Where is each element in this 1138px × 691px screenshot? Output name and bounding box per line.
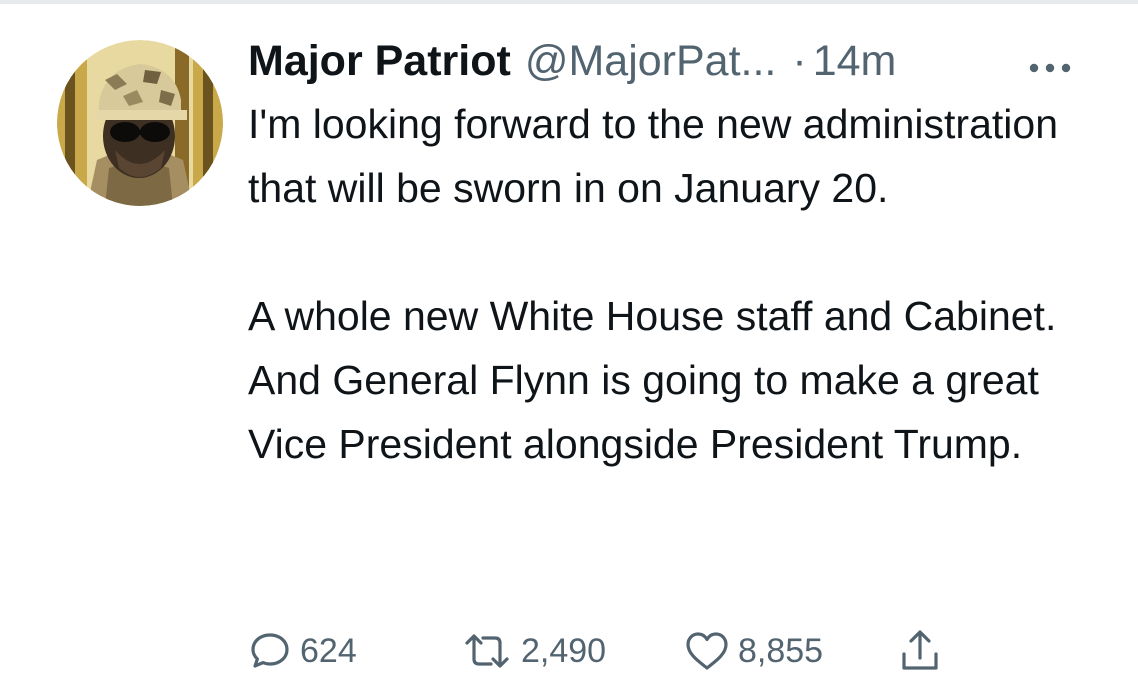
tweet-paragraph: A whole new White House staff and Cabine… (248, 293, 1057, 467)
reply-count: 624 (300, 631, 357, 670)
like-button[interactable]: 8,855 (684, 626, 823, 676)
heart-icon (686, 632, 728, 670)
user-handle[interactable]: @MajorPat... (525, 32, 777, 90)
reply-icon (251, 633, 289, 668)
tweet-paragraph: I'm looking forward to the new administr… (248, 101, 1058, 211)
tweet-actions: 624 2,490 8,855 (248, 626, 968, 676)
retweet-button[interactable]: 2,490 (461, 626, 606, 676)
display-name[interactable]: Major Patriot (248, 32, 511, 90)
timestamp[interactable]: 14m (813, 32, 897, 90)
separator-dot: · (792, 37, 807, 85)
more-horizontal-icon (1029, 63, 1071, 73)
share-button[interactable] (898, 626, 942, 676)
retweet-count: 2,490 (521, 631, 607, 670)
like-count: 8,855 (738, 631, 824, 670)
top-divider (0, 0, 1138, 4)
more-button[interactable] (1028, 58, 1072, 78)
tweet-text: I'm looking forward to the new administr… (248, 92, 1108, 476)
avatar[interactable] (57, 40, 223, 206)
share-icon (902, 630, 938, 670)
tweet[interactable]: Major Patriot @MajorPat... · 14m I'm loo… (248, 32, 1108, 476)
avatar-image (57, 40, 223, 206)
retweet-icon (465, 634, 509, 668)
reply-button[interactable]: 624 (248, 626, 357, 676)
tweet-header: Major Patriot @MajorPat... · 14m (248, 32, 1108, 90)
